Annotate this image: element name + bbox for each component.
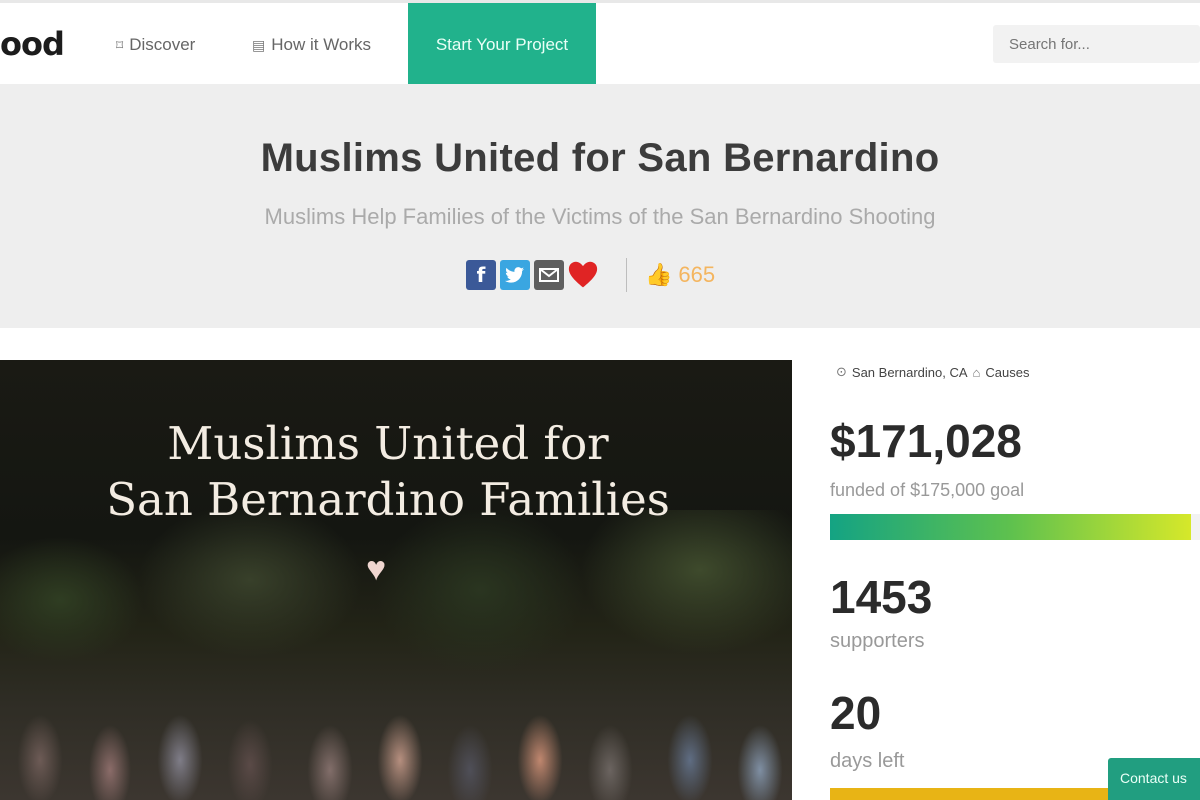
nav-discover-link[interactable]: ⌑ Discover (116, 35, 195, 55)
facebook-icon: f (476, 263, 486, 287)
category-link[interactable]: Causes (985, 365, 1029, 380)
search-input[interactable] (993, 25, 1200, 63)
top-navbar: ood ⌑ Discover ▤ How it Works Start Your… (0, 0, 1200, 87)
funding-progress-fill (830, 514, 1192, 540)
days-left-label: days left (830, 750, 905, 772)
funding-progress-bar (830, 514, 1200, 540)
campaign-image[interactable]: Muslims United for San Bernardino Famili… (0, 360, 792, 800)
image-headline-line1: Muslims United for (167, 417, 609, 470)
start-project-button[interactable]: Start Your Project (408, 3, 596, 87)
facebook-share-button[interactable]: f (466, 260, 496, 290)
twitter-share-button[interactable] (500, 260, 530, 290)
supporters-count: 1453 (830, 571, 933, 623)
like-counter[interactable]: 👍 665 (645, 262, 715, 288)
compass-icon: ⌑ (116, 36, 124, 53)
map-pin-icon: ⊙ (836, 364, 847, 379)
thumbs-up-icon: 👍 (645, 262, 673, 287)
like-count: 665 (678, 262, 716, 287)
nav-how-it-works-label: How it Works (271, 35, 372, 54)
image-crowd (0, 680, 792, 800)
location-link[interactable]: San Bernardino, CA (852, 365, 968, 380)
share-bar: f 👍 665 (466, 258, 715, 292)
email-share-button[interactable] (534, 260, 564, 290)
image-heart-icon: ♥ (366, 550, 387, 588)
heart-icon (568, 261, 598, 288)
goal-text: funded of $175,000 goal (830, 480, 1025, 500)
campaign-meta: ⊙ San Bernardino, CA ⌂ Causes (836, 364, 1029, 380)
contact-us-button[interactable]: Contact us (1108, 758, 1200, 800)
email-icon (539, 268, 559, 282)
info-icon: ▤ (252, 36, 266, 53)
twitter-icon (505, 267, 524, 283)
image-headline: Muslims United for San Bernardino Famili… (0, 416, 776, 528)
campaign-header: Muslims United for San Bernardino Muslim… (0, 84, 1200, 328)
nav-discover-label: Discover (129, 35, 196, 54)
amount-raised: $171,028 (830, 415, 1022, 467)
share-divider (626, 258, 627, 292)
supporters-label: supporters (830, 630, 925, 652)
funding-stats: ⊙ San Bernardino, CA ⌂ Causes $171,028 f… (830, 360, 1200, 800)
favorite-button[interactable] (568, 260, 598, 290)
campaign-title: Muslims United for San Bernardino (260, 136, 940, 180)
campaign-subtitle: Muslims Help Families of the Victims of … (264, 204, 936, 229)
days-left-count: 20 (830, 687, 882, 739)
nav-how-it-works-link[interactable]: ▤ How it Works (252, 35, 371, 55)
image-headline-line2: San Bernardino Families (106, 473, 670, 526)
site-logo[interactable]: ood (0, 25, 65, 63)
tag-icon: ⌂ (972, 364, 981, 380)
